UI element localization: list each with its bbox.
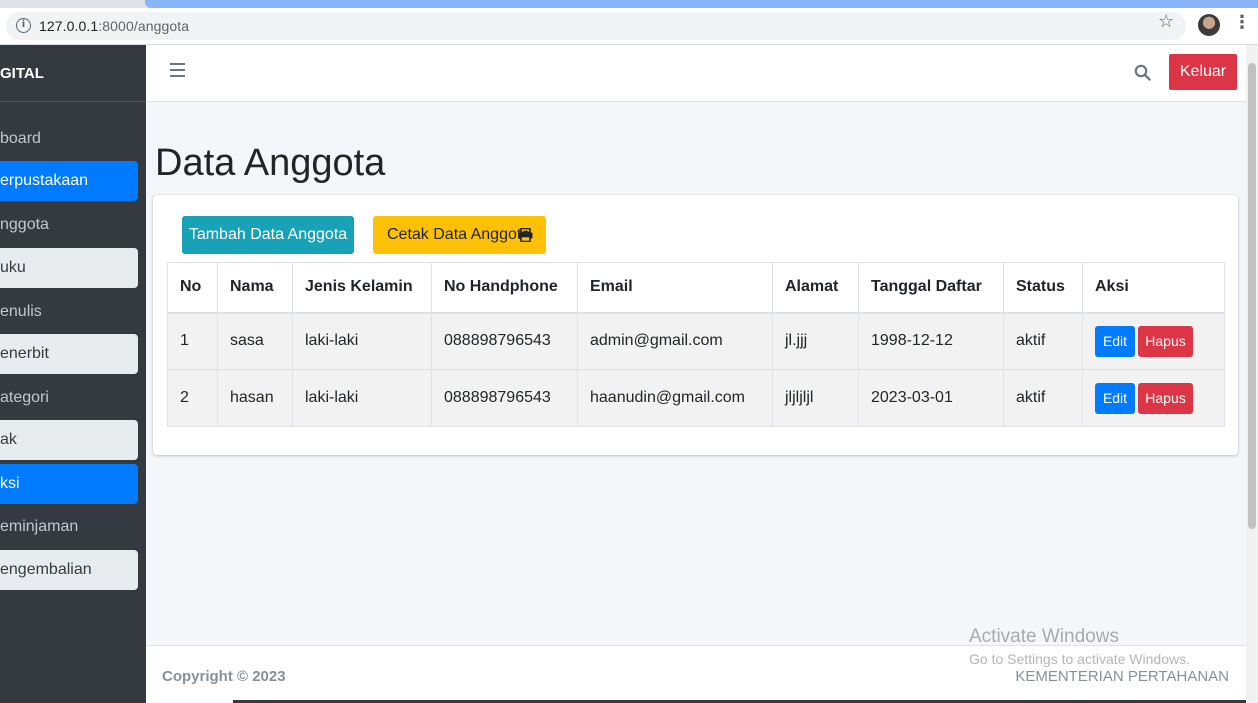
cell-alamat: jljljljl xyxy=(772,369,859,427)
print-icon xyxy=(518,228,533,242)
kebab-icon[interactable]: ⋮ xyxy=(1233,12,1251,33)
delete-button[interactable]: Hapus xyxy=(1138,382,1193,414)
edit-button[interactable]: Edit xyxy=(1095,382,1135,414)
sidebar-item-label: board xyxy=(0,130,41,147)
table-row: 1 sasa laki-laki 088898796543 admin@gmai… xyxy=(167,312,1225,370)
sidebar-item-label: uku xyxy=(0,259,26,276)
sidebar-item-peminjaman[interactable]: eminjaman xyxy=(0,507,138,547)
sidebar-item-transaksi[interactable]: ksi xyxy=(0,464,138,504)
avatar[interactable] xyxy=(1198,14,1220,36)
edit-button[interactable]: Edit xyxy=(1095,325,1135,357)
print-button-label: Cetak Data Anggota xyxy=(387,226,531,243)
sidebar-item-label: erpustakaan xyxy=(0,172,89,189)
col-no-handphone: No Handphone xyxy=(431,262,578,314)
sidebar-item-dashboard[interactable]: board xyxy=(0,119,138,159)
cell-no-handphone: 088898796543 xyxy=(431,312,578,370)
cell-no: 1 xyxy=(167,312,218,370)
cell-nama: hasan xyxy=(217,369,293,427)
top-navbar: Keluar xyxy=(146,45,1246,102)
print-members-button[interactable]: Cetak Data Anggota xyxy=(373,216,546,254)
star-icon[interactable]: ☆ xyxy=(1158,11,1174,32)
col-nama: Nama xyxy=(217,262,293,314)
sidebar-item-label: ak xyxy=(0,431,17,448)
cell-aksi: Edit Hapus xyxy=(1082,369,1225,427)
sidebar-item-anggota[interactable]: nggota xyxy=(0,205,138,245)
cell-email: haanudin@gmail.com xyxy=(577,369,773,427)
delete-button[interactable]: Hapus xyxy=(1138,325,1193,357)
address-bar[interactable]: i 127.0.0.1:8000/anggota xyxy=(6,12,1186,40)
table-header-row: No Nama Jenis Kelamin No Handphone Email… xyxy=(167,262,1225,314)
browser-toolbar: i 127.0.0.1:8000/anggota ☆ ⋮ xyxy=(0,8,1258,45)
cell-aksi: Edit Hapus xyxy=(1082,312,1225,370)
logout-button[interactable]: Keluar xyxy=(1169,54,1237,90)
cell-tanggal-daftar: 1998-12-12 xyxy=(858,312,1004,370)
page-title: Data Anggota xyxy=(155,142,386,184)
cell-no: 2 xyxy=(167,369,218,427)
windows-watermark-subtitle: Go to Settings to activate Windows. xyxy=(969,651,1190,667)
sidebar-item-rak[interactable]: ak xyxy=(0,420,138,460)
scroll-thumb[interactable] xyxy=(1248,63,1256,529)
members-table: No Nama Jenis Kelamin No Handphone Email… xyxy=(167,262,1225,427)
windows-watermark-title: Activate Windows xyxy=(969,626,1119,647)
sidebar: GITAL board erpustakaan nggota uku enuli… xyxy=(0,45,146,703)
search-icon[interactable] xyxy=(1134,64,1151,81)
sidebar-item-label: ksi xyxy=(0,475,20,492)
page-scrollbar[interactable] xyxy=(1246,45,1258,703)
sidebar-item-perpustakaan[interactable]: erpustakaan xyxy=(0,161,138,201)
cell-no-handphone: 088898796543 xyxy=(431,369,578,427)
sidebar-item-label: enerbit xyxy=(0,345,49,362)
cell-status: aktif xyxy=(1003,369,1083,427)
brand[interactable]: GITAL xyxy=(0,45,146,102)
col-status: Status xyxy=(1003,262,1083,314)
cell-alamat: jl.jjj xyxy=(772,312,859,370)
url-host: 127.0.0.1 xyxy=(39,18,99,34)
sidebar-item-kategori[interactable]: ategori xyxy=(0,378,138,418)
sidebar-item-label: eminjaman xyxy=(0,518,79,535)
menu-icon[interactable] xyxy=(170,63,185,77)
brand-text: GITAL xyxy=(0,65,44,82)
copyright-text: Copyright © 2023 xyxy=(162,668,286,685)
add-member-button[interactable]: Tambah Data Anggota xyxy=(182,216,354,254)
active-tab-edge xyxy=(145,0,1258,8)
organization-name: KEMENTERIAN PERTAHANAN xyxy=(1015,668,1229,685)
sidebar-item-buku[interactable]: uku xyxy=(0,248,138,288)
sidebar-item-pengembalian[interactable]: engembalian xyxy=(0,550,138,590)
url-text[interactable]: 127.0.0.1:8000/anggota xyxy=(39,18,189,34)
sidebar-item-penerbit[interactable]: enerbit xyxy=(0,334,138,374)
col-jenis-kelamin: Jenis Kelamin xyxy=(292,262,432,314)
col-alamat: Alamat xyxy=(772,262,859,314)
sidebar-item-label: engembalian xyxy=(0,561,92,578)
cell-status: aktif xyxy=(1003,312,1083,370)
sidebar-item-label: enulis xyxy=(0,303,42,320)
sidebar-item-label: ategori xyxy=(0,389,49,406)
cell-jenis-kelamin: laki-laki xyxy=(292,312,432,370)
sidebar-item-label: nggota xyxy=(0,216,49,233)
members-card: Tambah Data Anggota Cetak Data Anggota N… xyxy=(153,195,1238,455)
url-path: :8000/anggota xyxy=(98,18,190,34)
cell-jenis-kelamin: laki-laki xyxy=(292,369,432,427)
col-tanggal-daftar: Tanggal Daftar xyxy=(858,262,1004,314)
col-aksi: Aksi xyxy=(1082,262,1225,314)
cell-nama: sasa xyxy=(217,312,293,370)
cell-tanggal-daftar: 2023-03-01 xyxy=(858,369,1004,427)
browser-tabstrip xyxy=(0,0,1258,8)
col-email: Email xyxy=(577,262,773,314)
info-icon[interactable]: i xyxy=(16,18,31,33)
cell-email: admin@gmail.com xyxy=(577,312,773,370)
col-no: No xyxy=(167,262,218,314)
sidebar-item-penulis[interactable]: enulis xyxy=(0,292,138,332)
table-row: 2 hasan laki-laki 088898796543 haanudin@… xyxy=(167,369,1225,427)
